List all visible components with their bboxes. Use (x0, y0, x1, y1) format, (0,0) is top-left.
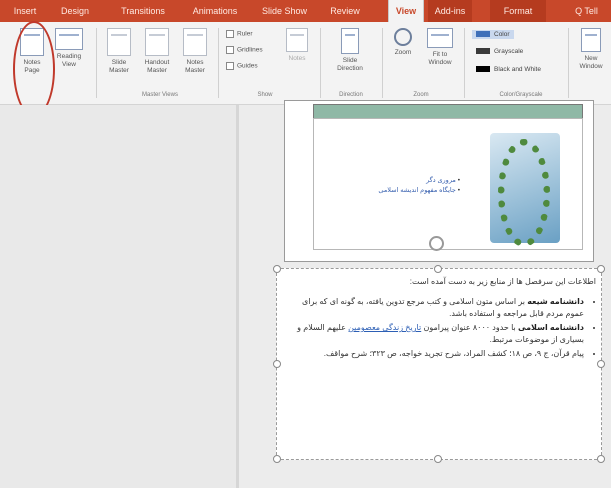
black-and-white-label: Black and White (494, 66, 541, 73)
zoom-button[interactable]: Zoom (388, 28, 418, 57)
tab-add-ins[interactable]: Add-ins (428, 0, 472, 22)
color-button[interactable]: Color (472, 30, 514, 39)
slide-bullet: مروری دگر (340, 176, 460, 186)
notes-button[interactable]: Notes (282, 28, 312, 63)
notes-master-label: Notes Master (185, 59, 205, 74)
slide-master-button[interactable]: Slide Master (102, 28, 136, 75)
ribbon-tab-bar: Insert Design Transitions Animations Sli… (0, 0, 611, 22)
zoom-label: Zoom (394, 49, 412, 56)
ruler-checkbox-box[interactable] (226, 30, 234, 38)
notes-bullet: پیام قرآن، ج ۹، ص ۱۸؛ کشف المراد، شرح تج… (284, 348, 584, 360)
resize-handle[interactable] (273, 360, 281, 368)
notes-bullet-list: دانشنامه شیعه بر اساس متون اسلامی و کتب … (284, 296, 596, 360)
fit-to-window-icon (427, 28, 453, 48)
tab-design[interactable]: Design (60, 0, 90, 22)
tab-review[interactable]: Review (325, 0, 365, 22)
new-window-button[interactable]: New Window (574, 28, 608, 71)
fit-to-window-label: Fit to Window (428, 51, 452, 66)
slide-master-label: Slide Master (109, 59, 129, 74)
ribbon-separator (320, 28, 321, 98)
handout-master-label: Handout Master (144, 59, 170, 74)
slide-master-icon (107, 28, 131, 56)
ribbon-separator (382, 28, 383, 98)
guides-label: Guides (237, 62, 258, 70)
notes-bullet-text: با حدود ۸۰۰۰ عنوان پیرامون (421, 323, 518, 332)
direction-group-label: Direction (339, 92, 363, 98)
black-and-white-button[interactable]: Black and White (476, 66, 541, 73)
handout-master-button[interactable]: Handout Master (140, 28, 174, 75)
resize-handle[interactable] (597, 265, 605, 273)
resize-handle[interactable] (434, 455, 442, 463)
notes-bullet-title: دانشنامه شیعه (527, 297, 584, 306)
slide-direction-label: Slide Direction (337, 57, 363, 72)
slide-direction-icon (341, 28, 359, 54)
notes-bullet: دانشنامه شیعه بر اساس متون اسلامی و کتب … (284, 296, 584, 320)
new-window-label: New Window (579, 55, 603, 70)
notes-text[interactable]: اطلاعات این سرفصل ها از منابع زیر به دست… (284, 276, 596, 362)
master-views-group-label: Master Views (142, 92, 178, 98)
ruler-label: Ruler (237, 30, 253, 38)
color-label: Color (494, 31, 510, 38)
slide-direction-button[interactable]: Slide Direction (330, 28, 370, 73)
grayscale-button[interactable]: Grayscale (476, 48, 523, 55)
tab-view[interactable]: View (388, 0, 424, 22)
slide-decorative-image (490, 133, 560, 247)
resize-handle[interactable] (597, 455, 605, 463)
ribbon-view: Notes Page Reading View Slide Master Han… (0, 22, 611, 105)
notes-bullet-text: پیام قرآن، ج ۹، ص ۱۸؛ کشف المراد، شرح تج… (323, 349, 584, 358)
resize-handle[interactable] (434, 265, 442, 273)
notes-master-icon (183, 28, 207, 56)
tab-insert[interactable]: Insert (10, 0, 40, 22)
tab-transitions[interactable]: Transitions (118, 0, 168, 22)
ribbon-separator (96, 28, 97, 98)
notes-bullet-title: دانشنامه اسلامی (517, 323, 584, 332)
reading-view-button[interactable]: Reading View (52, 28, 86, 69)
gridlines-label: Gridlines (237, 46, 263, 54)
tab-slide-show[interactable]: Slide Show (262, 0, 307, 22)
show-group-label: Show (257, 92, 273, 98)
black-and-white-swatch-icon (476, 66, 490, 73)
tell-me-box[interactable]: Q Tell (562, 0, 611, 22)
ribbon-separator (464, 28, 465, 98)
zoom-group-label: Zoom (413, 92, 429, 98)
thumbnail-pane (0, 105, 236, 488)
slide-bullet: جایگاه مفهوم اندیشه اسلامی (340, 186, 460, 196)
notes-master-button[interactable]: Notes Master (178, 28, 212, 75)
color-swatch-icon (476, 31, 490, 38)
reading-view-label: Reading View (56, 53, 82, 68)
resize-handle[interactable] (597, 360, 605, 368)
gridlines-checkbox-box[interactable] (226, 46, 234, 54)
resize-handle[interactable] (273, 455, 281, 463)
new-window-icon (581, 28, 601, 52)
highlight-circle-annotation (13, 21, 55, 117)
notes-link[interactable]: تاریخ زندگی معصومین (348, 323, 421, 332)
rotate-handle-icon[interactable] (429, 236, 444, 251)
guides-checkbox-box[interactable] (226, 62, 234, 70)
grayscale-swatch-icon (476, 48, 490, 55)
resize-handle[interactable] (273, 265, 281, 273)
notes-label: Notes (288, 55, 306, 62)
fit-to-window-button[interactable]: Fit to Window (422, 28, 458, 67)
ribbon-separator (218, 28, 219, 98)
gridlines-checkbox[interactable]: Gridlines (226, 46, 263, 54)
reading-view-icon (55, 28, 83, 50)
magnifier-icon (394, 28, 412, 46)
notes-bullet: دانشنامه اسلامی با حدود ۸۰۰۰ عنوان پیرام… (284, 322, 584, 346)
grayscale-label: Grayscale (494, 48, 524, 55)
tab-format[interactable]: Format (490, 0, 546, 22)
notes-icon (286, 28, 308, 52)
ruler-checkbox[interactable]: Ruler (226, 30, 253, 38)
handout-master-icon (145, 28, 169, 56)
color-grayscale-group-label: Color/Grayscale (499, 92, 543, 98)
ribbon-separator (568, 28, 569, 98)
tab-animations[interactable]: Animations (190, 0, 240, 22)
slide-bullet-list: مروری دگر جایگاه مفهوم اندیشه اسلامی (340, 176, 460, 196)
notes-intro: اطلاعات این سرفصل ها از منابع زیر به دست… (409, 277, 596, 286)
guides-checkbox[interactable]: Guides (226, 62, 258, 70)
